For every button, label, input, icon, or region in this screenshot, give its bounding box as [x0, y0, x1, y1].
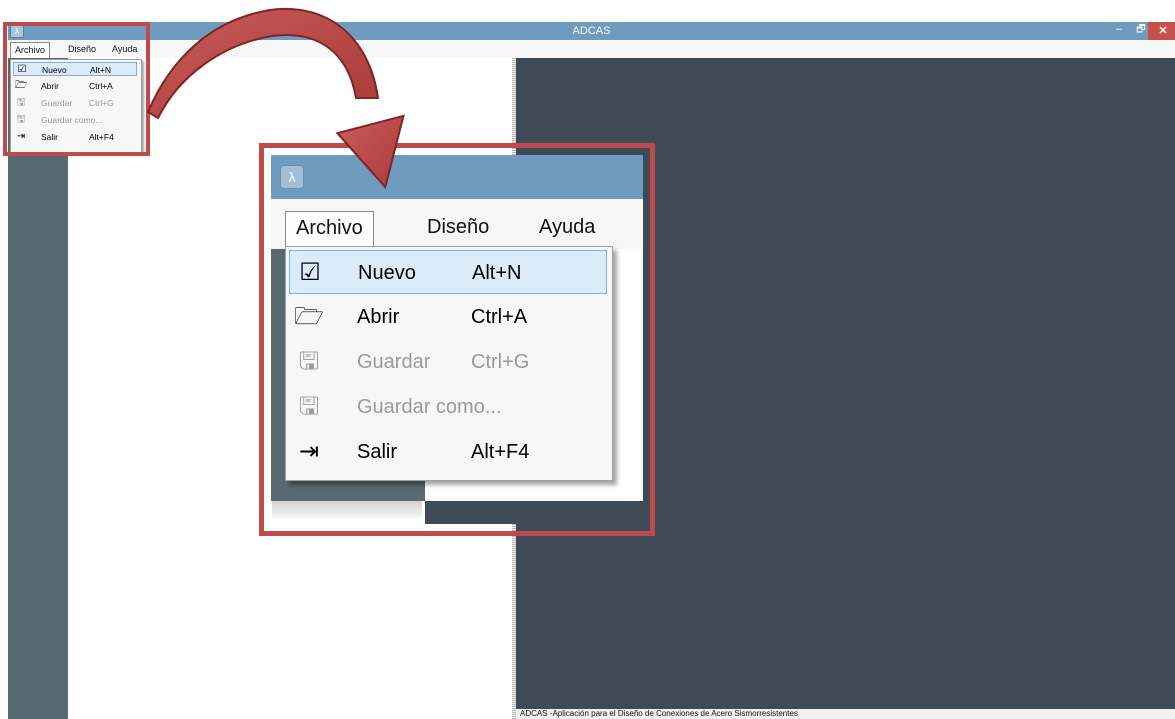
status-bar: ADCAS -Aplicación para el Diseño de Cone… — [516, 709, 1175, 719]
highlight-frame-zoom — [259, 143, 655, 536]
status-text: ADCAS -Aplicación para el Diseño de Cone… — [520, 709, 798, 718]
minimize-button[interactable]: – — [1108, 22, 1130, 38]
highlight-frame-small — [3, 22, 150, 156]
callout-arrow — [146, 7, 405, 190]
left-sidebar — [8, 58, 68, 719]
close-button[interactable]: ✕ — [1148, 22, 1175, 40]
